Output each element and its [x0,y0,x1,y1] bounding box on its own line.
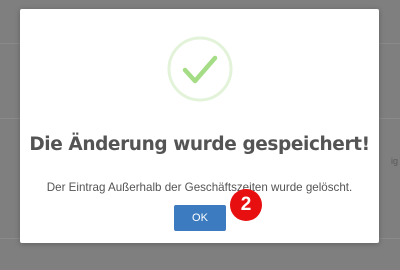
checkmark-icon [167,36,233,102]
background-text: ig [390,156,398,166]
ok-button[interactable]: OK [174,205,226,231]
step-number-badge: 2 [230,189,262,221]
success-dialog: Die Änderung wurde gespeichert! Der Eint… [20,9,379,243]
dialog-message: Der Eintrag Außerhalb der Geschäftszeite… [46,181,353,194]
dialog-title: Die Änderung wurde gespeichert! [29,134,370,155]
